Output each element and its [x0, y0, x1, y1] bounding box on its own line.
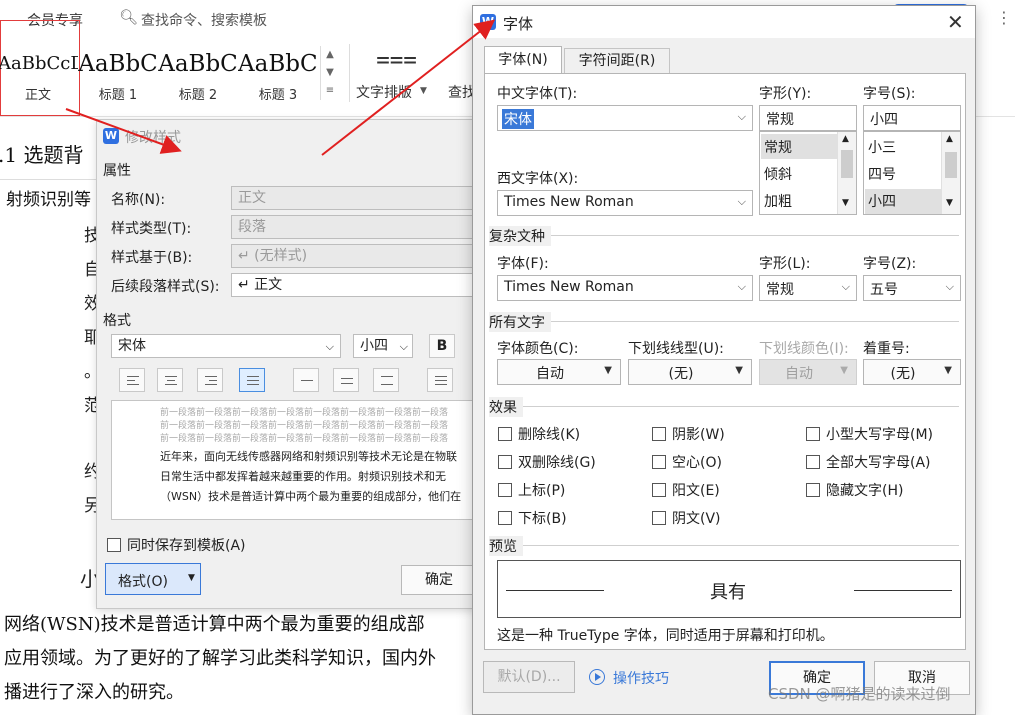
arrow-to-modify-dialog — [65, 108, 182, 154]
arrow-to-font-dialog — [321, 19, 496, 156]
annotation-arrows — [65, 19, 496, 156]
